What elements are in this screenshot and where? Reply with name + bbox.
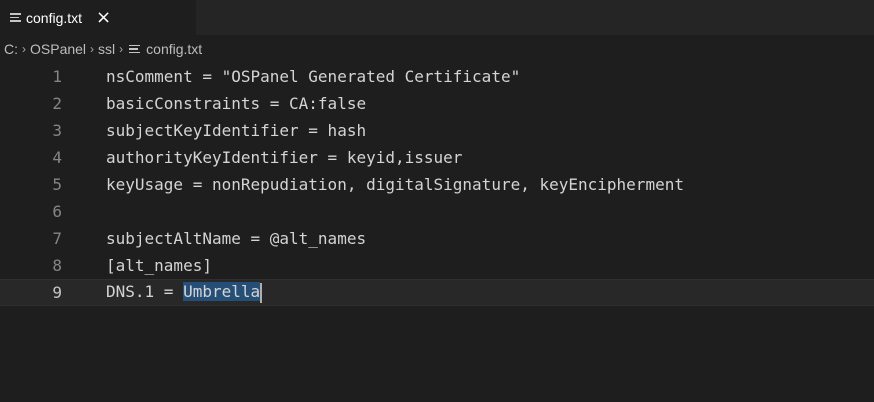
line-text[interactable]: keyUsage = nonRepudiation, digitalSignat… (106, 175, 874, 194)
text-file-lines-icon (129, 43, 141, 55)
breadcrumb: C: › OSPanel › ssl › config.txt (0, 35, 874, 63)
chevron-right-icon: › (119, 42, 124, 56)
breadcrumb-item-ssl[interactable]: ssl (98, 41, 115, 57)
line-number: 7 (52, 229, 62, 248)
code-line[interactable]: 2 basicConstraints = CA:false (0, 90, 874, 117)
code-line[interactable]: 4 authorityKeyIdentifier = keyid,issuer (0, 144, 874, 171)
line-text[interactable]: subjectAltName = @alt_names (106, 229, 874, 248)
line-number: 8 (52, 256, 62, 275)
chevron-right-icon: › (22, 42, 26, 56)
code-line[interactable]: 8 [alt_names] (0, 252, 874, 279)
breadcrumb-item-file[interactable]: config.txt (146, 41, 202, 57)
code-line[interactable]: 5 keyUsage = nonRepudiation, digitalSign… (0, 171, 874, 198)
code-line-current[interactable]: 9 DNS.1 = Umbrella (0, 279, 874, 306)
line-number: 9 (52, 283, 62, 302)
line-number: 5 (52, 175, 62, 194)
close-icon[interactable]: × (96, 8, 111, 27)
code-editor[interactable]: 1 nsComment = "OSPanel Generated Certifi… (0, 63, 874, 306)
line-number: 4 (52, 148, 62, 167)
line-text[interactable]: nsComment = "OSPanel Generated Certifica… (106, 67, 874, 86)
chevron-right-icon: › (90, 42, 95, 56)
line-text[interactable]: authorityKeyIdentifier = keyid,issuer (106, 148, 874, 167)
breadcrumb-item-ospanel[interactable]: OSPanel (30, 41, 86, 57)
line-text[interactable]: basicConstraints = CA:false (106, 94, 874, 113)
line-number: 3 (52, 121, 62, 140)
line-text[interactable]: [alt_names] (106, 256, 874, 275)
code-line[interactable]: 7 subjectAltName = @alt_names (0, 225, 874, 252)
breadcrumb-item-drive[interactable]: C: (4, 41, 18, 57)
line-text-before: DNS.1 = (106, 282, 184, 302)
tab-label: config.txt (26, 9, 83, 26)
line-number: 1 (52, 67, 62, 86)
code-line[interactable]: 6 (0, 198, 874, 225)
text-cursor (260, 282, 263, 303)
line-text[interactable]: subjectKeyIdentifier = hash (106, 121, 874, 140)
code-line[interactable]: 1 nsComment = "OSPanel Generated Certifi… (0, 63, 874, 90)
tab-bar: config.txt × (0, 0, 874, 35)
tab-config-txt[interactable]: config.txt × (0, 0, 196, 35)
selected-text[interactable]: Umbrella (183, 282, 261, 302)
line-text[interactable]: DNS.1 = Umbrella (106, 282, 874, 303)
code-line[interactable]: 3 subjectKeyIdentifier = hash (0, 117, 874, 144)
text-file-lines-icon (10, 12, 21, 24)
editor-window: config.txt × C: › OSPanel › ssl › config… (0, 0, 874, 402)
line-number: 2 (52, 94, 62, 113)
line-number: 6 (52, 202, 62, 221)
